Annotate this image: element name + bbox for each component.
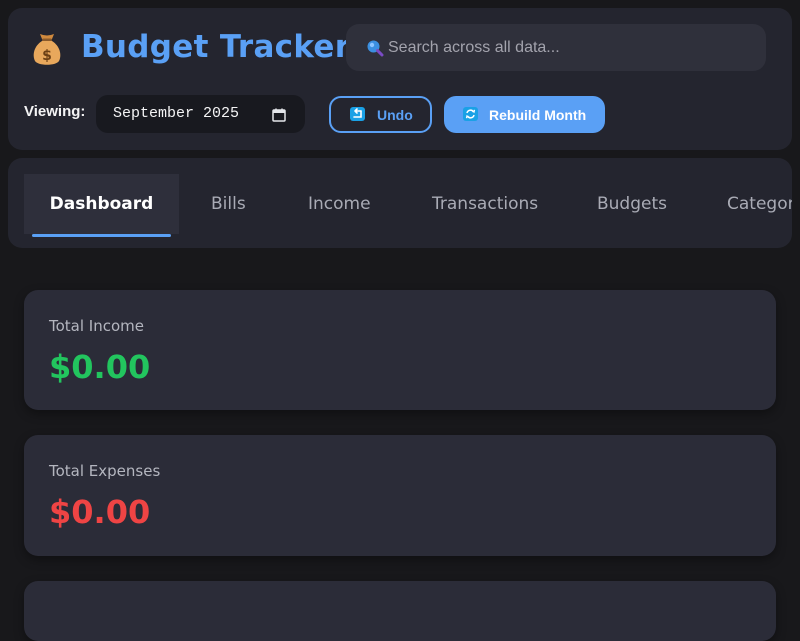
tab-dashboard[interactable]: Dashboard	[24, 174, 179, 237]
tab-label: Bills	[211, 194, 246, 214]
tab-label: Dashboard	[49, 194, 154, 214]
tab-budgets[interactable]: Budgets	[597, 174, 667, 234]
total-expenses-value: $0.00	[49, 493, 151, 531]
rebuild-month-button[interactable]: Rebuild Month	[444, 96, 605, 133]
card-label: Total Income	[49, 317, 144, 335]
active-tab-indicator	[32, 234, 171, 237]
money-bag-icon: $	[30, 31, 64, 67]
total-income-card: Total Income $0.00	[24, 290, 776, 410]
summary-card	[24, 581, 776, 641]
total-expenses-card: Total Expenses $0.00	[24, 435, 776, 556]
tab-label: Categor	[727, 194, 792, 214]
tab-categories[interactable]: Categor	[727, 174, 792, 234]
tab-label: Budgets	[597, 194, 668, 214]
month-picker[interactable]: September 2025	[96, 95, 305, 133]
app-header: $ Budget Tracker Viewing: September 2025	[8, 8, 792, 150]
card-label: Total Expenses	[49, 462, 161, 480]
refresh-icon	[463, 107, 478, 121]
month-picker-value: September 2025	[113, 105, 240, 122]
search-box[interactable]	[346, 24, 766, 71]
rebuild-month-button-label: Rebuild Month	[489, 107, 587, 123]
tab-label: Income	[308, 194, 371, 214]
tab-bills[interactable]: Bills	[211, 174, 246, 234]
tab-income[interactable]: Income	[308, 174, 371, 234]
tab-transactions[interactable]: Transactions	[432, 174, 538, 234]
search-icon	[366, 39, 386, 59]
tab-bar: Dashboard Bills Income Transactions Budg…	[8, 158, 792, 248]
search-input[interactable]	[388, 24, 748, 71]
viewing-label: Viewing:	[24, 103, 86, 120]
undo-button[interactable]: Undo	[329, 96, 432, 133]
svg-text:$: $	[42, 48, 52, 64]
app-title: Budget Tracker	[81, 29, 351, 65]
total-income-value: $0.00	[49, 348, 151, 386]
tab-label: Transactions	[432, 194, 539, 214]
calendar-icon[interactable]	[272, 107, 286, 122]
undo-button-label: Undo	[377, 107, 413, 123]
undo-icon	[350, 107, 365, 121]
